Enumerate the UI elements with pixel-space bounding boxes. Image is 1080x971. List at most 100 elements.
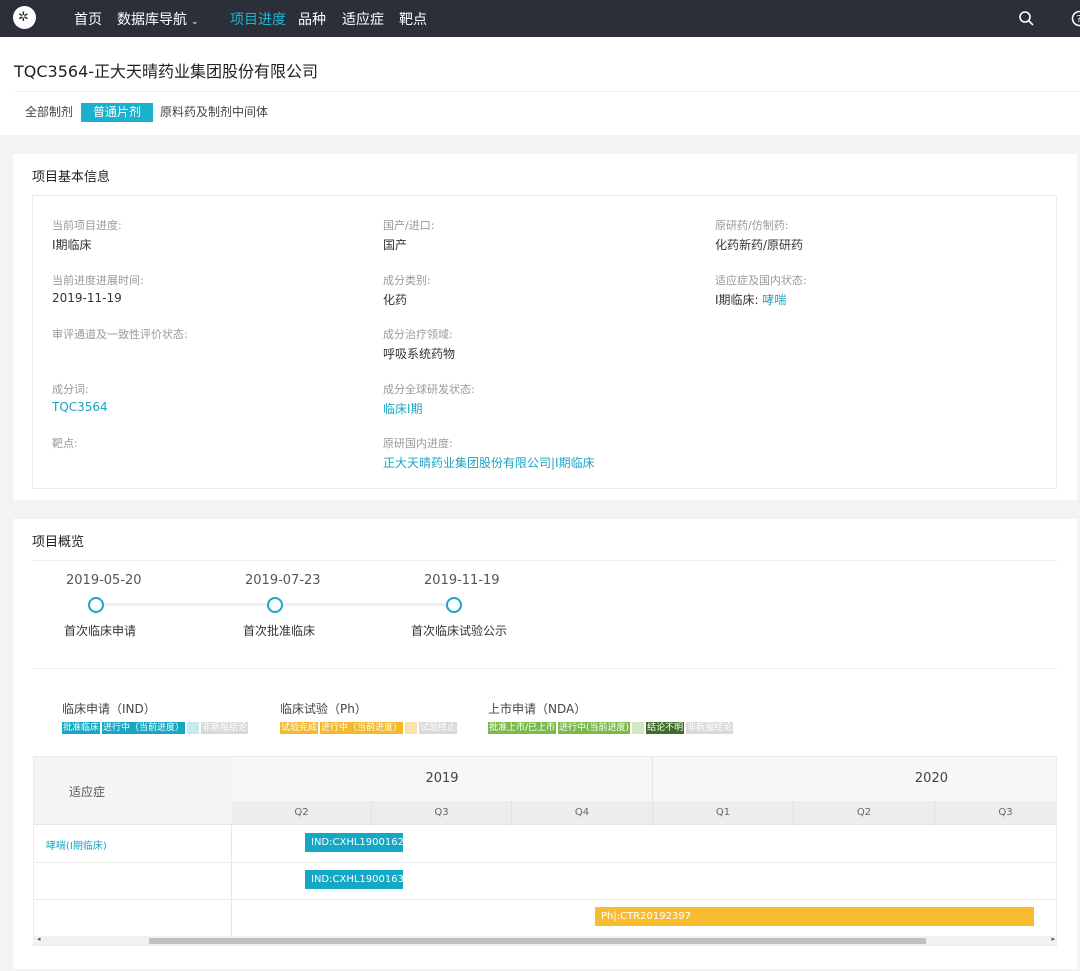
tab-api-intermediates[interactable]: 原料药及制剂中间体	[160, 103, 268, 122]
overview-divider	[32, 560, 1057, 561]
timeline-label: 首次临床申请	[64, 624, 137, 638]
svg-text:?: ?	[1077, 14, 1080, 25]
legend-nda-title: 上市申请（NDA）	[488, 702, 587, 716]
timeline-date: 2019-05-20	[66, 573, 142, 588]
legend-chip: 非新报结论	[686, 722, 734, 734]
originator-progress-link[interactable]: 正大天晴药业集团股份有限公司|I期临床	[383, 454, 595, 471]
basic-info-card: 项目基本信息 当前项目进度: I期临床 当前进度进展时间: 2019-11-19…	[13, 154, 1077, 500]
legend-chip: 试验完成	[280, 722, 319, 734]
field-value: 化药新药/原研药	[715, 238, 804, 252]
legend-chip: 结论不明	[646, 722, 685, 734]
gantt-indication-cell: 哮喘(I期临床)	[34, 825, 232, 863]
scroll-right-icon[interactable]: ▸	[1051, 935, 1055, 943]
field-label: 国产/进口:	[383, 219, 435, 232]
page-title: TQC3564-正大天晴药业集团股份有限公司	[14, 62, 319, 81]
legend-chip	[187, 722, 200, 734]
search-icon[interactable]	[1018, 10, 1035, 27]
nav-home[interactable]: 首页	[74, 9, 102, 29]
indication-status: I期临床:	[715, 293, 759, 307]
timeline-divider	[33, 668, 1057, 669]
basic-info-title: 项目基本信息	[32, 170, 111, 185]
timeline-node	[88, 597, 104, 613]
indication-link[interactable]: 哮喘(I期临床)	[46, 837, 107, 852]
legend-nda: 批准上市/已上市 进行中(当前进度) 结论不明 非新报结论	[488, 722, 734, 734]
legend-ind: 批准临床 进行中（当前进度） 非新报结论	[62, 722, 249, 734]
tab-all-preparations[interactable]: 全部制剂	[25, 103, 73, 122]
field-value: 化药	[383, 293, 408, 307]
legend-chip: 批准上市/已上市	[488, 722, 557, 734]
chevron-down-icon: ⌄	[191, 17, 199, 27]
gantt-bar-ph[interactable]: Ph|:CTR20192397	[595, 907, 1034, 926]
gantt-quarter: Q3	[372, 801, 512, 825]
field-value: I期临床: 哮喘	[715, 291, 786, 308]
nav-database[interactable]: 数据库导航 ⌄	[117, 9, 199, 29]
timeline-node	[446, 597, 462, 613]
gantt-indication-cell	[34, 899, 232, 937]
legend-ind-title: 临床申请（IND）	[62, 702, 156, 716]
legend-chip: 进行中(当前进度)	[558, 722, 631, 734]
field-label: 成分全球研发状态:	[383, 383, 475, 396]
horizontal-scrollbar[interactable]: ◂ ▸	[34, 935, 1056, 945]
tab-ordinary-tablets[interactable]: 普通片剂	[81, 103, 154, 122]
field-label: 成分类别:	[383, 274, 431, 287]
gantt-header-label: 适应症	[69, 785, 106, 799]
gantt-quarter-row: Q2 Q3 Q4 Q1 Q2 Q3	[232, 801, 1056, 825]
gantt-chart: 2019 2020 Q2 Q3 Q4 Q1 Q2 Q3 IND:CXHL1900…	[33, 756, 1057, 946]
gantt-quarter: Q1	[653, 801, 794, 825]
field-label: 当前进度进展时间:	[52, 274, 144, 287]
field-label: 靶点:	[52, 437, 78, 450]
field-value: 2019-11-19	[52, 291, 122, 305]
field-label: 当前项目进度:	[52, 219, 122, 232]
gantt-bar-ind[interactable]: IND:CXHL1900162	[305, 833, 404, 852]
page-header: TQC3564-正大天晴药业集团股份有限公司 全部制剂 普通片剂 原料药及制剂中…	[0, 37, 1080, 135]
indication-link[interactable]: 哮喘	[762, 293, 786, 307]
gantt-quarter: Q4	[512, 801, 653, 825]
gantt-indication-cell	[34, 862, 232, 900]
gantt-year: 2020	[653, 757, 1056, 801]
nav-variety[interactable]: 品种	[298, 9, 326, 29]
field-label: 成分治疗领域:	[383, 328, 453, 341]
gantt-year-row: 2019 2020	[232, 757, 1056, 801]
basic-info-box: 当前项目进度: I期临床 当前进度进展时间: 2019-11-19 审评通道及一…	[32, 195, 1057, 489]
nav-target[interactable]: 靶点	[399, 9, 427, 29]
header-divider	[14, 91, 1080, 92]
field-label: 成分词:	[52, 383, 89, 396]
gantt-quarter: Q3	[998, 807, 1013, 818]
help-icon[interactable]: ?	[1071, 10, 1080, 27]
timeline-date: 2019-11-19	[424, 573, 500, 588]
legend-chip	[632, 722, 645, 734]
legend-ph-title: 临床试验（Ph）	[280, 702, 367, 716]
timeline-node	[267, 597, 283, 613]
scrollbar-thumb[interactable]	[149, 938, 926, 944]
gantt-header-left: 适应症	[34, 757, 232, 825]
timeline-date: 2019-07-23	[245, 573, 321, 588]
field-label: 原研国内进度:	[383, 437, 453, 450]
nav-indication[interactable]: 适应症	[342, 9, 384, 29]
scroll-left-icon[interactable]: ◂	[37, 935, 41, 943]
overview-title: 项目概览	[32, 535, 85, 550]
legend-chip: 进行中（当前进度）	[320, 722, 404, 734]
field-label: 适应症及国内状态:	[715, 274, 807, 287]
legend-chip: 批准临床	[62, 722, 101, 734]
gantt-quarter: Q2	[794, 801, 935, 825]
global-status-link[interactable]: 临床I期	[383, 400, 423, 417]
legend-chip: 非新报结论	[201, 722, 249, 734]
legend-chip: 试验终止	[419, 722, 458, 734]
top-nav: ✲ 首页 数据库导航 ⌄ 项目进度 品种 适应症 靶点 ?	[0, 0, 1080, 37]
timeline-label: 首次临床试验公示	[411, 624, 508, 638]
gantt-quarter: Q2	[232, 801, 372, 825]
gantt-bar-ind[interactable]: IND:CXHL1900163	[305, 870, 404, 889]
legend-chip	[405, 722, 418, 734]
gantt-year: 2019	[232, 757, 653, 801]
field-label: 审评通道及一致性评价状态:	[52, 328, 188, 341]
ingredient-link[interactable]: TQC3564	[52, 400, 108, 414]
logo-icon[interactable]: ✲	[13, 6, 36, 29]
field-label: 原研药/仿制药:	[715, 219, 789, 232]
field-value: I期临床	[52, 238, 92, 252]
nav-project-progress[interactable]: 项目进度	[230, 9, 286, 29]
legend-chip: 进行中（当前进度）	[102, 722, 186, 734]
gantt-left-column: 适应症 哮喘(I期临床)	[34, 757, 232, 937]
legend-ph: 试验完成 进行中（当前进度） 试验终止	[280, 722, 458, 734]
field-value: 国产	[383, 238, 408, 252]
field-value: 呼吸系统药物	[383, 347, 456, 361]
